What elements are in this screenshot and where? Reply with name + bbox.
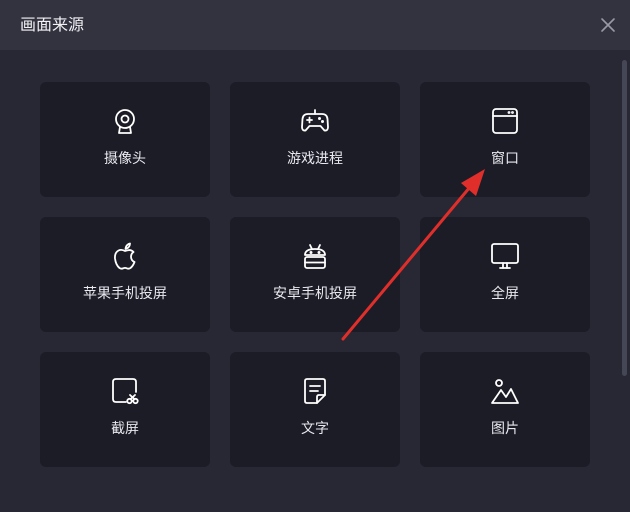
apple-icon <box>110 241 140 271</box>
dialog-titlebar: 画面来源 <box>0 0 630 50</box>
source-text[interactable]: 文字 <box>230 352 400 467</box>
source-camera[interactable]: 摄像头 <box>40 82 210 197</box>
source-window[interactable]: 窗口 <box>420 82 590 197</box>
source-label: 全屏 <box>491 286 519 302</box>
gamepad-icon <box>300 106 330 136</box>
scrollbar[interactable] <box>622 60 627 376</box>
window-icon <box>490 106 520 136</box>
source-fullscreen[interactable]: 全屏 <box>420 217 590 332</box>
source-label: 安卓手机投屏 <box>273 286 357 302</box>
source-label: 苹果手机投屏 <box>83 286 167 302</box>
source-label: 文字 <box>301 421 329 437</box>
monitor-icon <box>490 241 520 271</box>
camera-icon <box>110 106 140 136</box>
source-label: 窗口 <box>491 151 519 167</box>
dialog-title: 画面来源 <box>20 15 85 34</box>
android-icon <box>300 241 330 271</box>
source-image[interactable]: 图片 <box>420 352 590 467</box>
close-button[interactable] <box>598 15 618 35</box>
screenshot-icon <box>110 376 140 406</box>
source-iphone-mirror[interactable]: 苹果手机投屏 <box>40 217 210 332</box>
source-dialog: 画面来源 摄像头 游戏进程 窗口 苹果手机投屏 安卓手机投屏 全屏 截屏 文字 … <box>0 0 630 512</box>
source-android-mirror[interactable]: 安卓手机投屏 <box>230 217 400 332</box>
text-document-icon <box>300 376 330 406</box>
image-icon <box>490 376 520 406</box>
source-game-process[interactable]: 游戏进程 <box>230 82 400 197</box>
source-label: 摄像头 <box>104 151 146 167</box>
source-label: 游戏进程 <box>287 151 343 167</box>
close-icon <box>601 18 615 32</box>
source-screenshot[interactable]: 截屏 <box>40 352 210 467</box>
source-label: 截屏 <box>111 421 139 437</box>
source-label: 图片 <box>491 421 519 437</box>
